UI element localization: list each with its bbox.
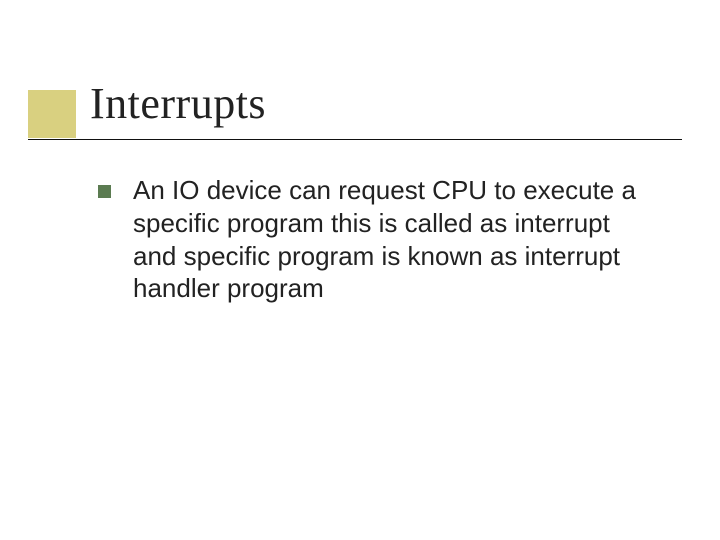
title-wrap: Interrupts bbox=[90, 78, 680, 129]
slide: Interrupts An IO device can request CPU … bbox=[0, 0, 720, 540]
body: An IO device can request CPU to execute … bbox=[98, 174, 656, 305]
slide-title: Interrupts bbox=[90, 78, 680, 129]
square-bullet-icon bbox=[98, 185, 111, 198]
accent-box bbox=[28, 90, 76, 138]
divider-line bbox=[28, 139, 682, 140]
list-item: An IO device can request CPU to execute … bbox=[98, 174, 656, 305]
bullet-text: An IO device can request CPU to execute … bbox=[133, 174, 656, 305]
